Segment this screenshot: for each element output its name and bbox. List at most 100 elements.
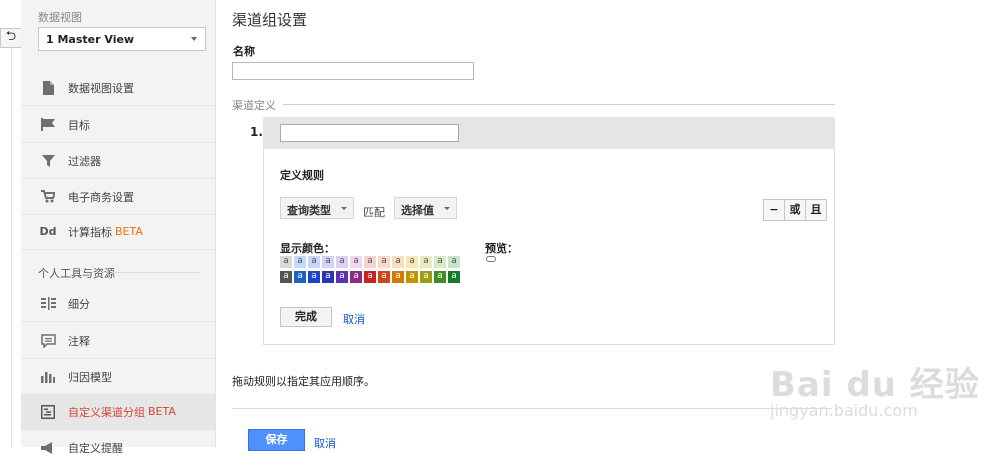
rule-operator-group: − 或 且 <box>763 199 827 221</box>
light-swatch-row: aaaaaaaaaaaaa <box>280 256 462 268</box>
dark-swatch-row: aaaaaaaaaaaaa <box>280 271 462 283</box>
light-color-swatch-13[interactable]: a <box>448 256 460 268</box>
back-button[interactable]: ⮌ <box>0 28 22 48</box>
bar-chart-icon <box>40 369 56 385</box>
preview-chip <box>486 256 496 262</box>
sidebar-item-label: 目标 <box>68 118 90 132</box>
dark-color-swatch-3[interactable]: a <box>308 271 320 283</box>
sidebar-item-label: 自定义渠道分组 <box>68 405 145 419</box>
dd-icon: Dd <box>39 225 57 238</box>
segments-icon <box>40 296 56 312</box>
dark-color-swatch-13[interactable]: a <box>448 271 460 283</box>
sidebar-item-label: 细分 <box>68 297 90 311</box>
divider <box>11 48 12 447</box>
chevron-down-icon <box>444 207 450 210</box>
watermark-sub: jingyan.baidu.com <box>770 401 918 420</box>
query-type-dropdown[interactable]: 查询类型 <box>280 197 354 219</box>
dark-color-swatch-7[interactable]: a <box>364 271 376 283</box>
light-color-swatch-6[interactable]: a <box>350 256 362 268</box>
sidebar-item-attribution[interactable]: 归因模型 <box>21 359 215 395</box>
document-icon <box>40 80 56 96</box>
sidebar: 数据视图 1 Master View 数据视图设置 目标 过滤器 电子商务设置 … <box>21 0 216 455</box>
view-select[interactable]: 1 Master View <box>38 27 206 51</box>
light-color-swatch-1[interactable]: a <box>280 256 292 268</box>
sidebar-item-annotations[interactable]: 注释 <box>21 323 215 359</box>
watermark-main: Bai du 经验 <box>770 365 980 405</box>
light-color-swatch-12[interactable]: a <box>434 256 446 268</box>
light-color-swatch-3[interactable]: a <box>308 256 320 268</box>
dropdown-value: 选择值 <box>401 204 434 217</box>
cancel-link[interactable]: 取消 <box>314 435 336 451</box>
view-label: 数据视图 <box>38 11 82 24</box>
name-label: 名称 <box>233 45 255 58</box>
light-color-swatch-4[interactable]: a <box>322 256 334 268</box>
baidu-jingyan-watermark: Bai du 经验 jingyan.baidu.com <box>770 357 990 437</box>
light-color-swatch-2[interactable]: a <box>294 256 306 268</box>
divider <box>232 408 832 409</box>
or-button[interactable]: 或 <box>785 200 806 220</box>
dark-color-swatch-6[interactable]: a <box>350 271 362 283</box>
sidebar-item-goals[interactable]: 目标 <box>21 107 215 143</box>
light-color-swatch-11[interactable]: a <box>420 256 432 268</box>
sidebar-item-label: 归因模型 <box>68 370 112 384</box>
sidebar-item-custom-alerts[interactable]: 自定义提醒 <box>21 430 215 466</box>
dark-color-swatch-10[interactable]: a <box>406 271 418 283</box>
preview-label: 预览： <box>485 242 518 255</box>
dark-color-swatch-1[interactable]: a <box>280 271 292 283</box>
rule-number: 1. <box>250 125 263 139</box>
section-title: 个人工具与资源 <box>38 267 115 280</box>
dropdown-value: 查询类型 <box>287 204 331 217</box>
sidebar-item-label: 电子商务设置 <box>68 190 134 204</box>
page-title: 渠道组设置 <box>232 11 308 29</box>
dark-color-swatch-9[interactable]: a <box>392 271 404 283</box>
filter-icon <box>40 153 56 169</box>
light-color-swatch-9[interactable]: a <box>392 256 404 268</box>
divider <box>112 272 200 273</box>
and-button[interactable]: 且 <box>806 200 826 220</box>
cart-icon <box>40 189 56 205</box>
divider <box>283 104 835 105</box>
sidebar-item-calculated-metrics[interactable]: Dd 计算指标 BETA <box>21 214 215 250</box>
beta-badge: BETA <box>115 225 143 238</box>
dark-color-swatch-2[interactable]: a <box>294 271 306 283</box>
sidebar-item-filters[interactable]: 过滤器 <box>21 143 215 179</box>
comment-icon <box>40 333 56 349</box>
light-color-swatch-10[interactable]: a <box>406 256 418 268</box>
select-value-dropdown[interactable]: 选择值 <box>394 197 457 219</box>
sidebar-item-ecommerce[interactable]: 电子商务设置 <box>21 179 215 215</box>
definition-label: 渠道定义 <box>232 99 276 112</box>
sidebar-item-label: 计算指标 <box>68 225 112 239</box>
channel-icon <box>40 404 56 420</box>
back-arrow-icon: ⮌ <box>5 29 17 44</box>
sidebar-item-view-settings[interactable]: 数据视图设置 <box>21 70 215 106</box>
light-color-swatch-8[interactable]: a <box>378 256 390 268</box>
dark-color-swatch-4[interactable]: a <box>322 271 334 283</box>
drag-hint: 拖动规则以指定其应用顺序。 <box>232 375 375 388</box>
dark-color-swatch-12[interactable]: a <box>434 271 446 283</box>
save-button[interactable]: 保存 <box>248 429 305 451</box>
sidebar-item-segments[interactable]: 细分 <box>21 286 215 322</box>
match-label: 匹配 <box>363 206 385 219</box>
sidebar-item-label: 自定义提醒 <box>68 442 123 455</box>
megaphone-icon <box>40 440 56 456</box>
flag-icon <box>40 117 56 133</box>
light-color-swatch-5[interactable]: a <box>336 256 348 268</box>
chevron-down-icon <box>341 207 347 210</box>
beta-badge: BETA <box>148 405 176 418</box>
name-input[interactable] <box>232 62 474 80</box>
display-color-label: 显示颜色： <box>280 242 335 255</box>
sidebar-item-label: 注释 <box>68 334 90 348</box>
rule-name-input[interactable] <box>280 124 459 142</box>
done-button[interactable]: 完成 <box>280 307 332 327</box>
dark-color-swatch-11[interactable]: a <box>420 271 432 283</box>
dark-color-swatch-5[interactable]: a <box>336 271 348 283</box>
rule-cancel-link[interactable]: 取消 <box>343 311 365 327</box>
light-color-swatch-7[interactable]: a <box>364 256 376 268</box>
remove-condition-button[interactable]: − <box>764 200 785 220</box>
sidebar-item-custom-channel-grouping[interactable]: 自定义渠道分组 BETA <box>21 394 215 430</box>
sidebar-item-label: 过滤器 <box>68 154 101 168</box>
dark-color-swatch-8[interactable]: a <box>378 271 390 283</box>
sidebar-item-label: 数据视图设置 <box>68 81 134 95</box>
view-select-value: 1 Master View <box>46 33 135 46</box>
define-rules-title: 定义规则 <box>280 169 324 182</box>
